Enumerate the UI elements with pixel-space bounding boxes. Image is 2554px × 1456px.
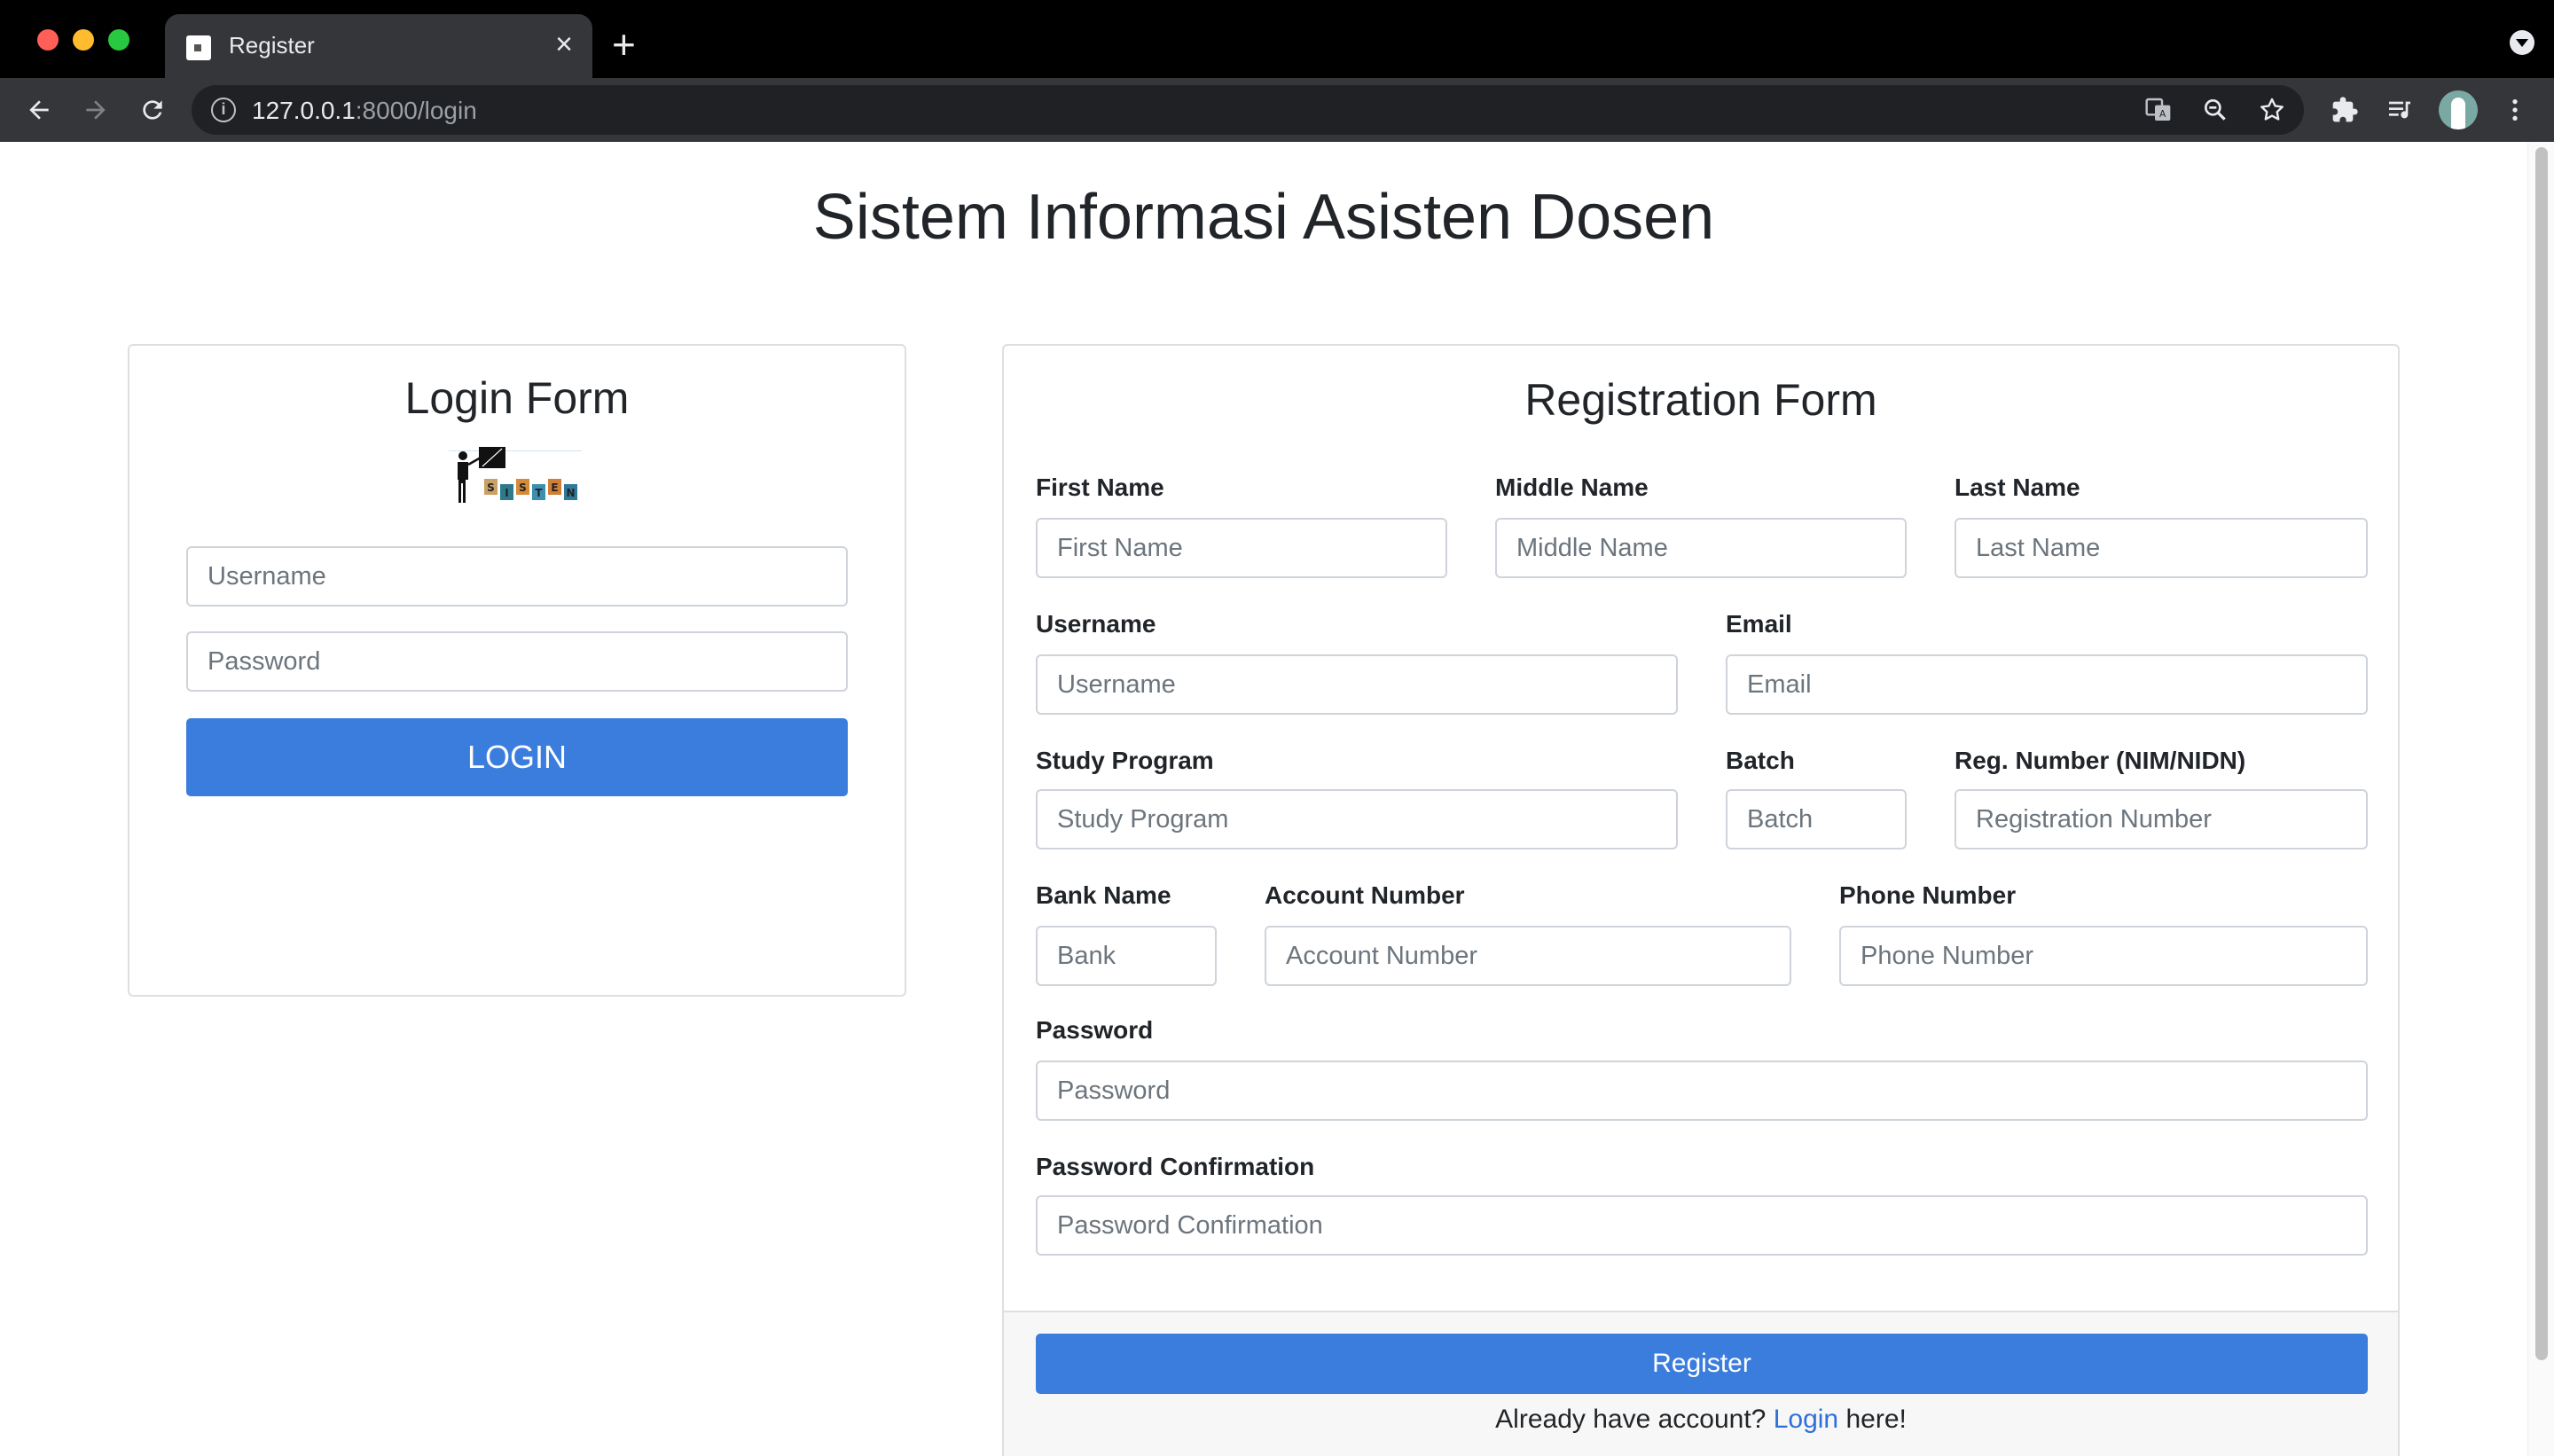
forward-button[interactable] [71,78,121,142]
media-queue-icon[interactable] [2380,90,2419,129]
bookmark-star-icon[interactable] [2256,94,2288,126]
study-program-input[interactable] [1036,789,1678,849]
password-confirmation-label: Password Confirmation [1036,1153,1315,1180]
login-prompt-suffix: here! [1845,1405,1907,1434]
browser-tab-bar: Register × + [0,0,2554,78]
favicon-icon [186,35,211,60]
phone-number-label: Phone Number [1839,881,2017,909]
page-title: Sistem Informasi Asisten Dosen [812,182,1715,253]
login-link[interactable]: Login [1774,1405,1838,1434]
window-minimize-button[interactable] [73,29,94,51]
profile-avatar[interactable] [2439,90,2478,129]
registration-card: Registration Form First Name Middle Name… [1002,344,2400,1456]
login-button[interactable]: LOGIN [186,718,848,796]
password-label: Password [1036,1016,1154,1044]
batch-label: Batch [1726,747,1795,774]
reg-number-label: Reg. Number (NIM/NIDN) [1955,747,2246,774]
svg-text:T: T [535,487,543,499]
tab-search-icon[interactable] [2510,30,2534,55]
password-confirmation-input[interactable] [1036,1195,2368,1256]
page-content: Sistem Informasi Asisten Dosen Login For… [0,142,2554,1456]
bank-name-input[interactable] [1036,926,1217,986]
window-close-button[interactable] [37,29,59,51]
middle-name-label: Middle Name [1495,474,1649,501]
reg-number-input[interactable] [1955,789,2368,849]
svg-text:S: S [519,481,527,494]
extensions-icon[interactable] [2325,90,2364,129]
password-input[interactable] [1036,1061,2368,1121]
login-prompt: Already have account? Login here! [1004,1405,2398,1435]
zoom-icon[interactable] [2199,94,2231,126]
login-password-input[interactable] [186,631,848,692]
new-tab-button[interactable]: + [612,20,636,69]
username-label: Username [1036,610,1156,638]
bank-name-label: Bank Name [1036,881,1171,909]
username-input[interactable] [1036,654,1678,715]
page-scrollbar[interactable] [2527,142,2554,1456]
browser-tab[interactable]: Register × [165,14,592,78]
svg-text:S: S [487,481,495,494]
first-name-label: First Name [1036,474,1164,501]
register-button[interactable]: Register [1036,1334,2368,1394]
login-form-title: Login Form [404,373,630,423]
forward-arrow-icon [86,100,106,120]
login-username-input[interactable] [186,546,848,607]
sisten-logo: S I S T E N [449,447,582,503]
back-arrow-icon [29,100,49,120]
email-input[interactable] [1726,654,2368,715]
site-info-icon[interactable]: i [211,98,236,122]
email-label: Email [1726,610,1792,638]
url-text[interactable]: 127.0.0.1:8000/login [252,97,477,125]
batch-input[interactable] [1726,789,1907,849]
reload-button[interactable] [128,78,177,142]
last-name-label: Last Name [1955,474,2080,501]
registration-form-title: Registration Form [1524,375,1877,425]
translate-icon[interactable]: A [2143,94,2174,126]
registration-footer: Register Already have account? Login her… [1004,1311,2398,1456]
login-prompt-prefix: Already have account? [1495,1405,1767,1434]
browser-toolbar: i 127.0.0.1:8000/login A [0,78,2554,142]
scrollbar-thumb[interactable] [2535,147,2548,1360]
svg-text:N: N [566,487,575,499]
phone-number-input[interactable] [1839,926,2368,986]
browser-menu-icon[interactable] [2495,90,2534,129]
reload-icon [143,100,162,120]
account-number-input[interactable] [1265,926,1791,986]
tab-close-icon[interactable]: × [555,27,573,62]
last-name-input[interactable] [1955,518,2368,578]
tab-title: Register [229,32,315,59]
svg-text:E: E [551,481,558,494]
svg-text:A: A [2159,108,2166,120]
back-button[interactable] [14,78,64,142]
study-program-label: Study Program [1036,747,1214,774]
middle-name-input[interactable] [1495,518,1907,578]
login-card: Login Form S I S T E N LOGIN [128,344,906,997]
account-number-label: Account Number [1265,881,1465,909]
window-zoom-button[interactable] [108,29,129,51]
address-bar[interactable]: i 127.0.0.1:8000/login A [192,85,2304,135]
first-name-input[interactable] [1036,518,1447,578]
svg-text:I: I [505,487,508,499]
